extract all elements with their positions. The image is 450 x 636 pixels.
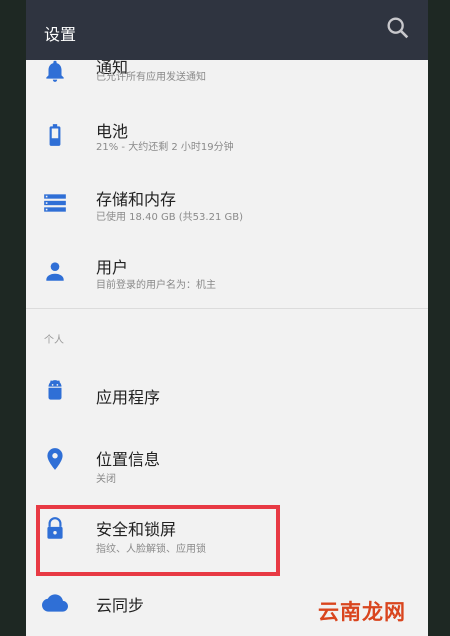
cloud-icon [42, 590, 68, 616]
settings-item-summary: 关闭 [96, 474, 116, 485]
search-button[interactable] [384, 14, 412, 42]
bell-icon [42, 58, 68, 84]
settings-item-apps[interactable]: 应用程序 [26, 360, 428, 426]
settings-item-location[interactable]: 位置信息 关闭 [26, 428, 428, 494]
page-title: 设置 [44, 25, 77, 44]
watermark: 云南龙网 [318, 600, 406, 624]
app-bar: 设置 [26, 0, 428, 60]
device-frame-left [0, 0, 26, 636]
device-frame-right [428, 0, 450, 636]
section-divider [26, 308, 428, 309]
storage-icon [42, 190, 68, 216]
search-icon [387, 17, 409, 39]
settings-item-title: 存储和内存 [96, 190, 177, 209]
settings-item-title: 云同步 [96, 596, 145, 615]
android-icon [42, 378, 68, 404]
person-icon [42, 258, 68, 284]
battery-icon [42, 122, 68, 148]
highlight-box [36, 505, 280, 576]
settings-item-users[interactable]: 用户 目前登录的用户名为：机主 [26, 240, 428, 306]
settings-item-title: 用户 [96, 258, 129, 277]
settings-item-summary: 目前登录的用户名为：机主 [96, 280, 216, 291]
settings-item-title: 位置信息 [96, 450, 161, 469]
section-header-personal: 个人 [44, 335, 64, 346]
settings-screen: 通知 已允许所有应用发送通知 电池 21% - 大约还剩 2 小时19分钟 存储… [26, 0, 428, 636]
settings-item-summary: 21% - 大约还剩 2 小时19分钟 [96, 142, 234, 153]
settings-item-summary: 已使用 18.40 GB (共53.21 GB) [96, 212, 243, 223]
settings-item-title: 应用程序 [96, 388, 161, 407]
settings-item-battery[interactable]: 电池 21% - 大约还剩 2 小时19分钟 [26, 104, 428, 170]
settings-item-summary: 已允许所有应用发送通知 [96, 72, 206, 83]
location-icon [42, 446, 68, 472]
settings-item-storage[interactable]: 存储和内存 已使用 18.40 GB (共53.21 GB) [26, 172, 428, 238]
